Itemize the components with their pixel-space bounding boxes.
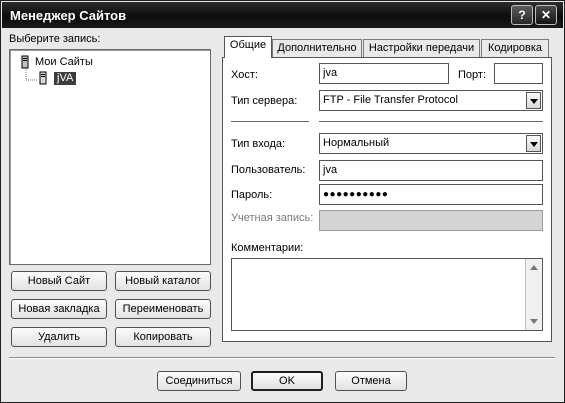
connect-label: Соединиться <box>165 375 233 387</box>
delete-button[interactable]: Удалить <box>11 327 107 347</box>
tree-root-label: Мои Сайты <box>35 56 93 68</box>
delete-label: Удалить <box>38 331 80 343</box>
port-label: Порт: <box>458 69 486 81</box>
help-icon: ? <box>518 8 526 22</box>
footer-divider <box>9 357 555 359</box>
title-bar[interactable]: Менеджер Сайтов ? ✕ <box>2 2 563 28</box>
tab-transfer-settings[interactable]: Настройки передачи <box>363 39 480 57</box>
logon-type-value: Нормальный <box>323 137 390 149</box>
scroll-up-icon[interactable] <box>530 265 538 270</box>
divider-right <box>319 121 543 122</box>
comments-scrollbar[interactable] <box>525 259 542 330</box>
site-icon <box>39 71 47 85</box>
password-value: ●●●●●●●●●● <box>323 189 389 200</box>
tab-general[interactable]: Общие <box>224 36 272 58</box>
host-input[interactable]: jva <box>319 63 449 84</box>
connect-button[interactable]: Соединиться <box>157 371 241 391</box>
cancel-button[interactable]: Отмена <box>335 371 407 391</box>
comments-label: Комментарии: <box>231 242 304 254</box>
tab-advanced-label: Дополнительно <box>277 42 357 54</box>
chevron-down-icon[interactable] <box>526 135 541 152</box>
server-icon <box>21 55 29 69</box>
copy-label: Копировать <box>133 331 193 343</box>
comments-textarea[interactable] <box>231 258 543 331</box>
ok-button[interactable]: OK <box>251 371 323 391</box>
port-input[interactable] <box>494 63 543 84</box>
tree-child-label: jVA <box>54 71 77 85</box>
new-folder-button[interactable]: Новый каталог <box>115 271 211 291</box>
server-type-select[interactable]: FTP - File Transfer Protocol <box>319 90 543 111</box>
tree-item-site[interactable]: jVA <box>38 71 77 85</box>
tab-charset[interactable]: Кодировка <box>481 39 549 57</box>
divider-left <box>231 121 309 122</box>
server-type-label: Тип сервера: <box>231 95 298 107</box>
new-site-button[interactable]: Новый Сайт <box>11 271 107 291</box>
chevron-down-icon[interactable] <box>526 92 541 109</box>
new-folder-label: Новый каталог <box>125 275 201 287</box>
site-tree[interactable]: Мои Сайты jVA <box>9 49 211 265</box>
user-label: Пользователь: <box>231 164 306 176</box>
site-manager-window: Менеджер Сайтов ? ✕ Выберите запись: Мои… <box>0 0 565 403</box>
server-type-value: FTP - File Transfer Protocol <box>323 94 458 106</box>
user-value: jva <box>323 164 338 176</box>
scroll-down-icon[interactable] <box>530 319 538 324</box>
rename-button[interactable]: Переименовать <box>115 299 211 319</box>
logon-type-label: Тип входа: <box>231 138 286 150</box>
user-input[interactable]: jva <box>319 160 543 181</box>
host-label: Хост: <box>231 69 258 81</box>
select-entry-label: Выберите запись: <box>9 33 101 45</box>
tab-transfer-settings-label: Настройки передачи <box>368 42 475 54</box>
new-bookmark-label: Новая закладка <box>18 303 100 315</box>
new-bookmark-button[interactable]: Новая закладка <box>11 299 107 319</box>
host-value: jva <box>323 67 338 79</box>
window-title: Менеджер Сайтов <box>10 8 127 23</box>
password-label: Пароль: <box>231 189 273 201</box>
account-label: Учетная запись: <box>231 212 314 224</box>
close-icon: ✕ <box>540 8 552 22</box>
logon-type-select[interactable]: Нормальный <box>319 133 543 154</box>
help-button[interactable]: ? <box>511 5 533 25</box>
ok-label: OK <box>279 375 295 387</box>
tab-advanced[interactable]: Дополнительно <box>272 39 362 57</box>
cancel-label: Отмена <box>351 375 391 387</box>
password-input[interactable]: ●●●●●●●●●● <box>319 184 543 205</box>
tree-item-my-sites[interactable]: Мои Сайты <box>20 55 93 69</box>
new-site-label: Новый Сайт <box>27 275 91 287</box>
close-button[interactable]: ✕ <box>535 5 557 25</box>
copy-button[interactable]: Копировать <box>115 327 211 347</box>
rename-label: Переименовать <box>122 303 204 315</box>
tab-general-label: Общие <box>229 39 267 51</box>
tab-charset-label: Кодировка <box>487 42 543 54</box>
account-input <box>319 210 543 231</box>
